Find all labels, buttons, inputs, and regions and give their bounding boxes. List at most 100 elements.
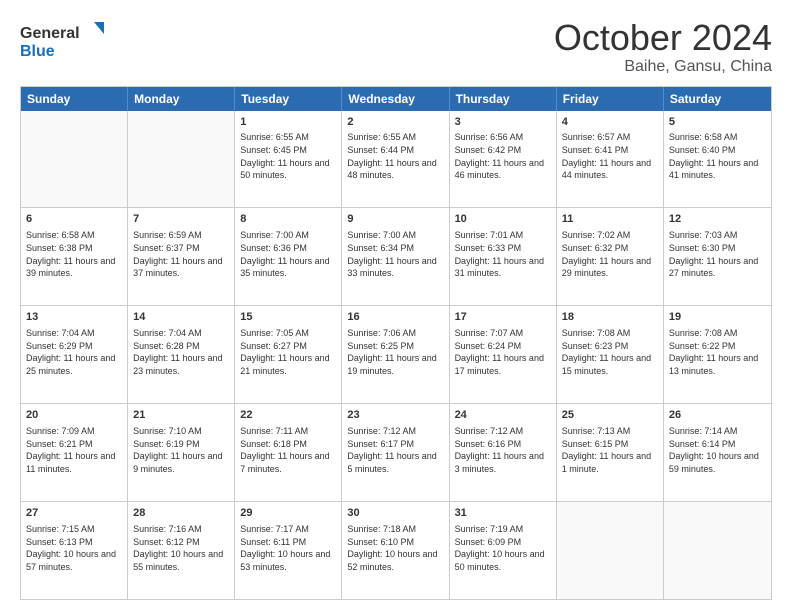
calendar-cell: 3Sunrise: 6:56 AM Sunset: 6:42 PM Daylig… — [450, 111, 557, 208]
calendar-cell: 22 Sunrise: 7:11 AM Sunset: 6:18 PM Dayli… — [235, 404, 342, 501]
day-info: Sunrise: 7:11 AM Sunset: 6:18 PM Dayligh… — [240, 425, 336, 475]
day-number: 17 — [455, 310, 551, 325]
day-number: 27 — [26, 506, 122, 521]
day-info: Sunrise: 7:00 AM Sunset: 6:34 PM Dayligh… — [347, 229, 443, 279]
calendar-cell — [21, 111, 128, 208]
day-number: 13 — [26, 310, 122, 325]
header-tuesday: Tuesday — [235, 87, 342, 111]
day-number: 22 — [240, 408, 336, 423]
calendar-cell: 23 Sunrise: 7:12 AM Sunset: 6:17 PM Dayli… — [342, 404, 449, 501]
day-number: 30 — [347, 506, 443, 521]
calendar-cell: 5Sunrise: 6:58 AM Sunset: 6:40 PM Daylig… — [664, 111, 771, 208]
day-info: Sunrise: 7:07 AM Sunset: 6:24 PM Dayligh… — [455, 327, 551, 377]
day-number: 21 — [133, 408, 229, 423]
day-info: Sunrise: 7:13 AM Sunset: 6:15 PM Dayligh… — [562, 425, 658, 475]
calendar-cell: 10 Sunrise: 7:01 AM Sunset: 6:33 PM Dayli… — [450, 208, 557, 305]
day-number: 19 — [669, 310, 766, 325]
calendar-header-row: Sunday Monday Tuesday Wednesday Thursday… — [21, 87, 771, 111]
day-info: Sunrise: 7:12 AM Sunset: 6:16 PM Dayligh… — [455, 425, 551, 475]
calendar-cell: 2Sunrise: 6:55 AM Sunset: 6:44 PM Daylig… — [342, 111, 449, 208]
day-info: Sunrise: 7:02 AM Sunset: 6:32 PM Dayligh… — [562, 229, 658, 279]
day-number: 9 — [347, 212, 443, 227]
day-number: 23 — [347, 408, 443, 423]
calendar-cell: 31 Sunrise: 7:19 AM Sunset: 6:09 PM Dayli… — [450, 502, 557, 599]
day-number: 7 — [133, 212, 229, 227]
header-wednesday: Wednesday — [342, 87, 449, 111]
week-row-2: 13Sunrise: 7:04 AM Sunset: 6:29 PM Dayli… — [21, 306, 771, 404]
calendar-cell: 6 Sunrise: 6:58 AM Sunset: 6:38 PM Daylig… — [21, 208, 128, 305]
calendar-cell: 13Sunrise: 7:04 AM Sunset: 6:29 PM Dayli… — [21, 306, 128, 403]
day-info: Sunrise: 6:55 AM Sunset: 6:45 PM Dayligh… — [240, 131, 336, 181]
day-info: Sunrise: 6:57 AM Sunset: 6:41 PM Dayligh… — [562, 131, 658, 181]
day-number: 4 — [562, 115, 658, 130]
month-title: October 2024 — [554, 18, 772, 58]
week-row-1: 6 Sunrise: 6:58 AM Sunset: 6:38 PM Daylig… — [21, 208, 771, 306]
calendar-body: 1Sunrise: 6:55 AM Sunset: 6:45 PM Daylig… — [21, 111, 771, 599]
day-number: 20 — [26, 408, 122, 423]
day-info: Sunrise: 7:17 AM Sunset: 6:11 PM Dayligh… — [240, 523, 336, 573]
header-monday: Monday — [128, 87, 235, 111]
week-row-4: 27 Sunrise: 7:15 AM Sunset: 6:13 PM Dayli… — [21, 502, 771, 599]
calendar-cell: 30Sunrise: 7:18 AM Sunset: 6:10 PM Dayli… — [342, 502, 449, 599]
day-number: 31 — [455, 506, 551, 521]
calendar-cell: 12 Sunrise: 7:03 AM Sunset: 6:30 PM Dayli… — [664, 208, 771, 305]
week-row-0: 1Sunrise: 6:55 AM Sunset: 6:45 PM Daylig… — [21, 111, 771, 209]
calendar-cell: 4Sunrise: 6:57 AM Sunset: 6:41 PM Daylig… — [557, 111, 664, 208]
day-number: 18 — [562, 310, 658, 325]
header-friday: Friday — [557, 87, 664, 111]
day-number: 12 — [669, 212, 766, 227]
day-info: Sunrise: 7:12 AM Sunset: 6:17 PM Dayligh… — [347, 425, 443, 475]
day-number: 5 — [669, 115, 766, 130]
day-number: 6 — [26, 212, 122, 227]
day-info: Sunrise: 7:16 AM Sunset: 6:12 PM Dayligh… — [133, 523, 229, 573]
day-info: Sunrise: 7:01 AM Sunset: 6:33 PM Dayligh… — [455, 229, 551, 279]
logo-svg: General Blue — [20, 18, 110, 62]
day-info: Sunrise: 7:08 AM Sunset: 6:23 PM Dayligh… — [562, 327, 658, 377]
day-number: 29 — [240, 506, 336, 521]
day-info: Sunrise: 7:00 AM Sunset: 6:36 PM Dayligh… — [240, 229, 336, 279]
calendar-cell: 19 Sunrise: 7:08 AM Sunset: 6:22 PM Dayli… — [664, 306, 771, 403]
calendar-cell: 8Sunrise: 7:00 AM Sunset: 6:36 PM Daylig… — [235, 208, 342, 305]
header: General Blue October 2024 Baihe, Gansu, … — [20, 18, 772, 76]
day-info: Sunrise: 6:55 AM Sunset: 6:44 PM Dayligh… — [347, 131, 443, 181]
calendar-cell: 15 Sunrise: 7:05 AM Sunset: 6:27 PM Dayli… — [235, 306, 342, 403]
calendar-cell: 11Sunrise: 7:02 AM Sunset: 6:32 PM Dayli… — [557, 208, 664, 305]
day-number: 26 — [669, 408, 766, 423]
day-info: Sunrise: 6:58 AM Sunset: 6:40 PM Dayligh… — [669, 131, 766, 181]
calendar-cell: 14 Sunrise: 7:04 AM Sunset: 6:28 PM Dayli… — [128, 306, 235, 403]
day-info: Sunrise: 7:03 AM Sunset: 6:30 PM Dayligh… — [669, 229, 766, 279]
day-number: 2 — [347, 115, 443, 130]
day-info: Sunrise: 7:19 AM Sunset: 6:09 PM Dayligh… — [455, 523, 551, 573]
calendar-cell: 21 Sunrise: 7:10 AM Sunset: 6:19 PM Dayli… — [128, 404, 235, 501]
calendar-cell — [128, 111, 235, 208]
day-info: Sunrise: 7:08 AM Sunset: 6:22 PM Dayligh… — [669, 327, 766, 377]
svg-text:Blue: Blue — [20, 43, 55, 60]
location-title: Baihe, Gansu, China — [554, 58, 772, 76]
calendar-cell: 25 Sunrise: 7:13 AM Sunset: 6:15 PM Dayli… — [557, 404, 664, 501]
calendar-cell: 16Sunrise: 7:06 AM Sunset: 6:25 PM Dayli… — [342, 306, 449, 403]
header-thursday: Thursday — [450, 87, 557, 111]
day-info: Sunrise: 6:56 AM Sunset: 6:42 PM Dayligh… — [455, 131, 551, 181]
day-info: Sunrise: 7:15 AM Sunset: 6:13 PM Dayligh… — [26, 523, 122, 573]
calendar: Sunday Monday Tuesday Wednesday Thursday… — [20, 86, 772, 600]
day-number: 15 — [240, 310, 336, 325]
day-number: 25 — [562, 408, 658, 423]
day-number: 14 — [133, 310, 229, 325]
calendar-cell: 26Sunrise: 7:14 AM Sunset: 6:14 PM Dayli… — [664, 404, 771, 501]
calendar-cell: 29 Sunrise: 7:17 AM Sunset: 6:11 PM Dayli… — [235, 502, 342, 599]
day-info: Sunrise: 7:04 AM Sunset: 6:28 PM Dayligh… — [133, 327, 229, 377]
day-number: 10 — [455, 212, 551, 227]
calendar-cell: 20Sunrise: 7:09 AM Sunset: 6:21 PM Dayli… — [21, 404, 128, 501]
day-number: 1 — [240, 115, 336, 130]
day-info: Sunrise: 6:58 AM Sunset: 6:38 PM Dayligh… — [26, 229, 122, 279]
day-info: Sunrise: 7:06 AM Sunset: 6:25 PM Dayligh… — [347, 327, 443, 377]
calendar-cell: 18 Sunrise: 7:08 AM Sunset: 6:23 PM Dayli… — [557, 306, 664, 403]
day-info: Sunrise: 7:05 AM Sunset: 6:27 PM Dayligh… — [240, 327, 336, 377]
calendar-cell: 24Sunrise: 7:12 AM Sunset: 6:16 PM Dayli… — [450, 404, 557, 501]
calendar-cell: 28Sunrise: 7:16 AM Sunset: 6:12 PM Dayli… — [128, 502, 235, 599]
calendar-cell: 9 Sunrise: 7:00 AM Sunset: 6:34 PM Daylig… — [342, 208, 449, 305]
day-info: Sunrise: 7:10 AM Sunset: 6:19 PM Dayligh… — [133, 425, 229, 475]
calendar-cell: 7Sunrise: 6:59 AM Sunset: 6:37 PM Daylig… — [128, 208, 235, 305]
header-sunday: Sunday — [21, 87, 128, 111]
calendar-cell: 1Sunrise: 6:55 AM Sunset: 6:45 PM Daylig… — [235, 111, 342, 208]
